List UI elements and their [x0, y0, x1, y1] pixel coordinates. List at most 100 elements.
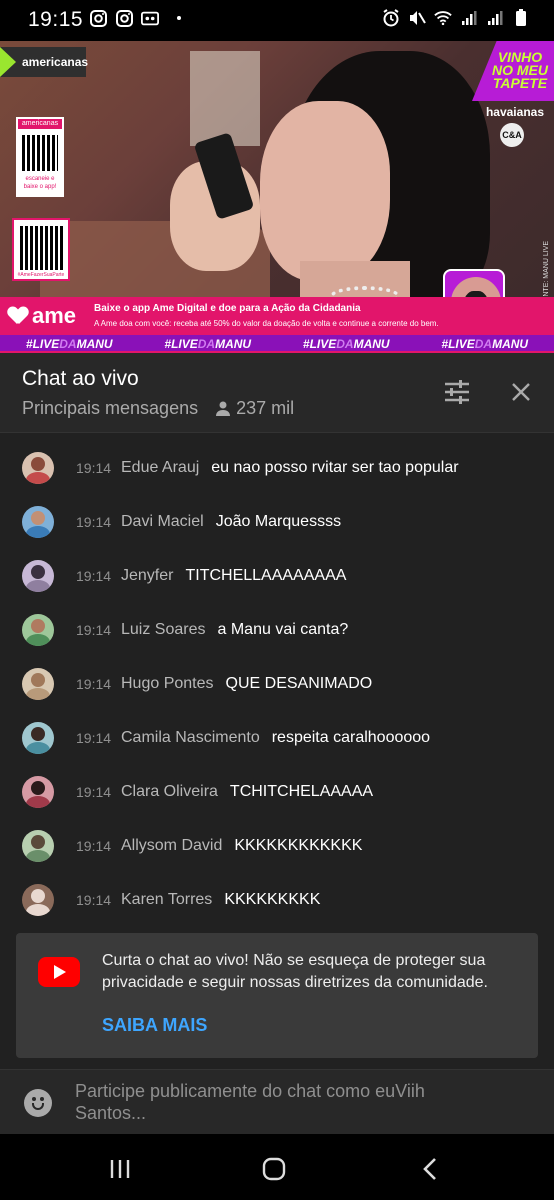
message-author[interactable]: Luiz Soares [121, 621, 206, 639]
message-text: TITCHELLAAAAAAAA [185, 567, 347, 584]
ame-logo: ame [0, 297, 84, 335]
show-badge: VINHO NO MEU TAPETE [472, 41, 554, 101]
qr-code-icon [20, 226, 64, 270]
qr-code-icon [22, 135, 58, 171]
hashtag: #LIVEDAMANU [25, 337, 113, 351]
wifi-icon [434, 9, 452, 27]
community-guidelines-notice: Curta o chat ao vivo! Não se esqueça de … [16, 933, 538, 1058]
ame-logo-text: ame [32, 303, 77, 328]
heart-icon [8, 307, 28, 325]
background-poster [190, 51, 260, 146]
avatar[interactable] [22, 884, 54, 916]
avatar[interactable] [22, 668, 54, 700]
viewer-count-value: 237 mil [236, 398, 295, 418]
message-text: QUE DESANIMADO [225, 675, 373, 692]
voicemail-icon [141, 9, 159, 27]
message-time: 19:14 [76, 838, 112, 854]
message-time: 19:14 [76, 568, 112, 584]
qr-bottom-label: #AmeFazerSuaParte [17, 272, 65, 278]
recent-apps-button[interactable] [100, 1154, 140, 1184]
status-time: 19:15 [28, 8, 84, 31]
message-author[interactable]: Edue Arauj [121, 459, 199, 477]
emoji-icon[interactable] [24, 1089, 52, 1117]
home-button[interactable] [254, 1154, 294, 1184]
system-icons [382, 9, 530, 27]
avatar[interactable] [22, 452, 54, 484]
chat-settings-button[interactable] [442, 377, 472, 407]
chat-title: Chat ao vivo [22, 367, 139, 390]
avatar[interactable] [22, 722, 54, 754]
sliders-icon [445, 380, 469, 404]
message-time: 19:14 [76, 730, 112, 746]
message-author[interactable]: Davi Maciel [121, 513, 204, 531]
avatar[interactable] [22, 614, 54, 646]
chat-mode-selector[interactable]: Principais mensagens 237 mil [22, 398, 294, 419]
notification-icons [89, 9, 181, 27]
qr-bottom-label: escaneie e baixe o app! [23, 176, 57, 190]
chat-message[interactable]: 19:14 Luiz Soares a Manu vai canta? [0, 603, 554, 657]
chat-message[interactable]: 19:14 Hugo Pontes QUE DESANIMADO [0, 657, 554, 711]
ame-banner: ame Baixe o app Ame Digital e doe para a… [0, 297, 554, 335]
hashtag: #LIVEDAMANU [302, 337, 390, 351]
chat-message[interactable]: 19:14 Jenyfer TITCHELLAAAAAAAA [0, 549, 554, 603]
chat-message[interactable]: 19:14 Camila Nascimento respeita caralho… [0, 711, 554, 765]
americanas-logo: americanas [0, 47, 89, 77]
chat-message[interactable]: 19:14 Karen Torres KKKKKKKKK [0, 873, 554, 927]
hashtag: #LIVEDAMANU [441, 337, 529, 351]
recent-apps-icon [110, 1160, 130, 1178]
chat-message[interactable]: 19:14 Clara Oliveira TCHITCHELAAAAA [0, 765, 554, 819]
close-icon [512, 383, 530, 401]
chat-input[interactable]: Participe publicamente do chat como euVi… [75, 1080, 495, 1124]
qr-code-card: americanas escaneie e baixe o app! [16, 117, 64, 197]
chat-mode-label[interactable]: Principais mensagens [22, 398, 198, 419]
back-button[interactable] [410, 1154, 450, 1184]
avatar[interactable] [22, 506, 54, 538]
chat-message[interactable]: 19:14 Edue Arauj eu nao posso rvitar ser… [0, 441, 554, 495]
message-time: 19:14 [76, 784, 112, 800]
person-icon [216, 401, 231, 416]
message-time: 19:14 [76, 514, 112, 530]
battery-icon [512, 9, 530, 27]
message-author[interactable]: Jenyfer [121, 567, 173, 585]
home-icon [262, 1157, 286, 1181]
message-text: João Marquessss [215, 513, 342, 530]
avatar[interactable] [22, 776, 54, 808]
chat-message-list[interactable]: 19:14 Edue Arauj eu nao posso rvitar ser… [0, 441, 554, 927]
message-text: respeita caralhoooooo [271, 729, 431, 746]
viewer-count: 237 mil [216, 398, 294, 419]
message-author[interactable]: Karen Torres [121, 891, 212, 909]
message-author[interactable]: Hugo Pontes [121, 675, 214, 693]
ame-banner-title: Baixe o app Ame Digital e doe para a Açã… [94, 303, 361, 314]
avatar[interactable] [22, 830, 54, 862]
qr-code-card: #AmeFazerSuaParte [12, 218, 70, 281]
video-player[interactable]: americanas americanas escaneie e baixe o… [0, 41, 554, 353]
ame-banner-subtitle: A Ame doa com você: receba até 50% do va… [94, 319, 439, 328]
alarm-icon [382, 9, 400, 27]
chat-input-bar: Participe publicamente do chat como euVi… [0, 1069, 554, 1134]
brand-label: americanas [22, 55, 89, 69]
show-badge-text: VINHO NO MEU TAPETE [492, 49, 548, 91]
message-time: 19:14 [76, 460, 112, 476]
instagram-icon [89, 9, 107, 27]
chat-message[interactable]: 19:14 Davi Maciel João Marquessss [0, 495, 554, 549]
message-author[interactable]: Allysom David [121, 837, 222, 855]
message-time: 19:14 [76, 892, 112, 908]
sponsor-cea: C&A [500, 123, 524, 147]
sponsor-havaianas: havaianas [485, 105, 544, 119]
back-icon [423, 1158, 436, 1180]
learn-more-link[interactable]: SAIBA MAIS [102, 1015, 207, 1036]
hashtag: #LIVEDAMANU [164, 337, 252, 351]
message-text: eu nao posso rvitar ser tao popular [211, 459, 459, 476]
message-author[interactable]: Camila Nascimento [121, 729, 260, 747]
instagram-icon [115, 9, 133, 27]
message-time: 19:14 [76, 676, 112, 692]
chat-message[interactable]: 19:14 Allysom David KKKKKKKKKKKK [0, 819, 554, 873]
signal-icon [486, 9, 504, 27]
close-chat-button[interactable] [506, 377, 536, 407]
status-bar: 19:15 [0, 0, 554, 41]
notice-text: Curta o chat ao vivo! Não se esqueça de … [102, 952, 488, 991]
avatar[interactable] [22, 560, 54, 592]
message-author[interactable]: Clara Oliveira [121, 783, 218, 801]
message-text: KKKKKKKKK [224, 891, 321, 908]
message-text: KKKKKKKKKKKK [234, 837, 363, 854]
